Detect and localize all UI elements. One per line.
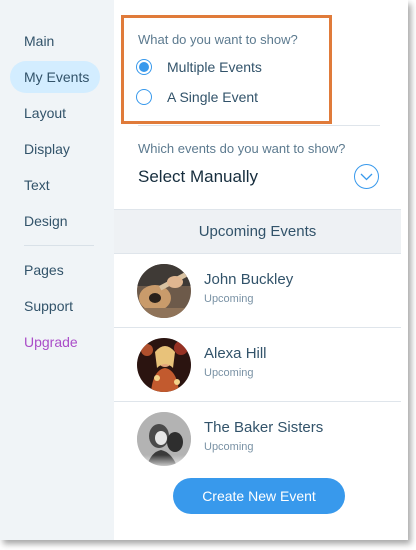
sidebar-item-design[interactable]: Design [10,205,68,237]
radio-label: Multiple Events [167,59,262,75]
panel-edge [401,0,408,540]
event-item-john-buckley[interactable]: John Buckley Upcoming [114,254,401,328]
avatar [137,338,191,392]
event-name: Alexa Hill [204,345,267,362]
show-question-label: What do you want to show? [138,32,298,47]
which-events-label: Which events do you want to show? [138,141,346,156]
radio-multiple-events[interactable]: Multiple Events [136,56,262,78]
sidebar-item-upgrade[interactable]: Upgrade [10,326,78,358]
sidebar-item-layout[interactable]: Layout [10,97,66,129]
upcoming-events-header: Upcoming Events [114,209,401,254]
radio-label: A Single Event [167,89,259,105]
event-name: The Baker Sisters [204,419,324,436]
sidebar-item-support[interactable]: Support [10,290,73,322]
divider [138,125,380,126]
sidebar-item-display[interactable]: Display [10,133,70,165]
avatar [137,264,191,318]
sidebar-item-text[interactable]: Text [10,169,50,201]
radio-button-checked[interactable] [136,59,152,75]
settings-panel: Main My Events Layout Display Text Desig… [0,0,408,540]
create-new-event-button[interactable]: Create New Event [173,478,345,514]
event-status: Upcoming [204,441,254,453]
event-name: John Buckley [204,271,294,288]
sidebar: Main My Events Layout Display Text Desig… [0,0,114,540]
my-events-panel: What do you want to show? Multiple Event… [114,0,401,540]
sidebar-item-main[interactable]: Main [10,25,54,57]
sidebar-divider [24,245,94,246]
radio-button[interactable] [136,89,152,105]
sidebar-item-my-events[interactable]: My Events [10,61,100,93]
chevron-down-icon[interactable] [354,164,379,189]
event-item-alexa-hill[interactable]: Alexa Hill Upcoming [114,328,401,402]
sidebar-item-pages[interactable]: Pages [10,254,64,286]
radio-single-event[interactable]: A Single Event [136,86,258,108]
event-status: Upcoming [204,293,254,305]
which-events-dropdown-value[interactable]: Select Manually [138,167,258,187]
event-status: Upcoming [204,367,254,379]
